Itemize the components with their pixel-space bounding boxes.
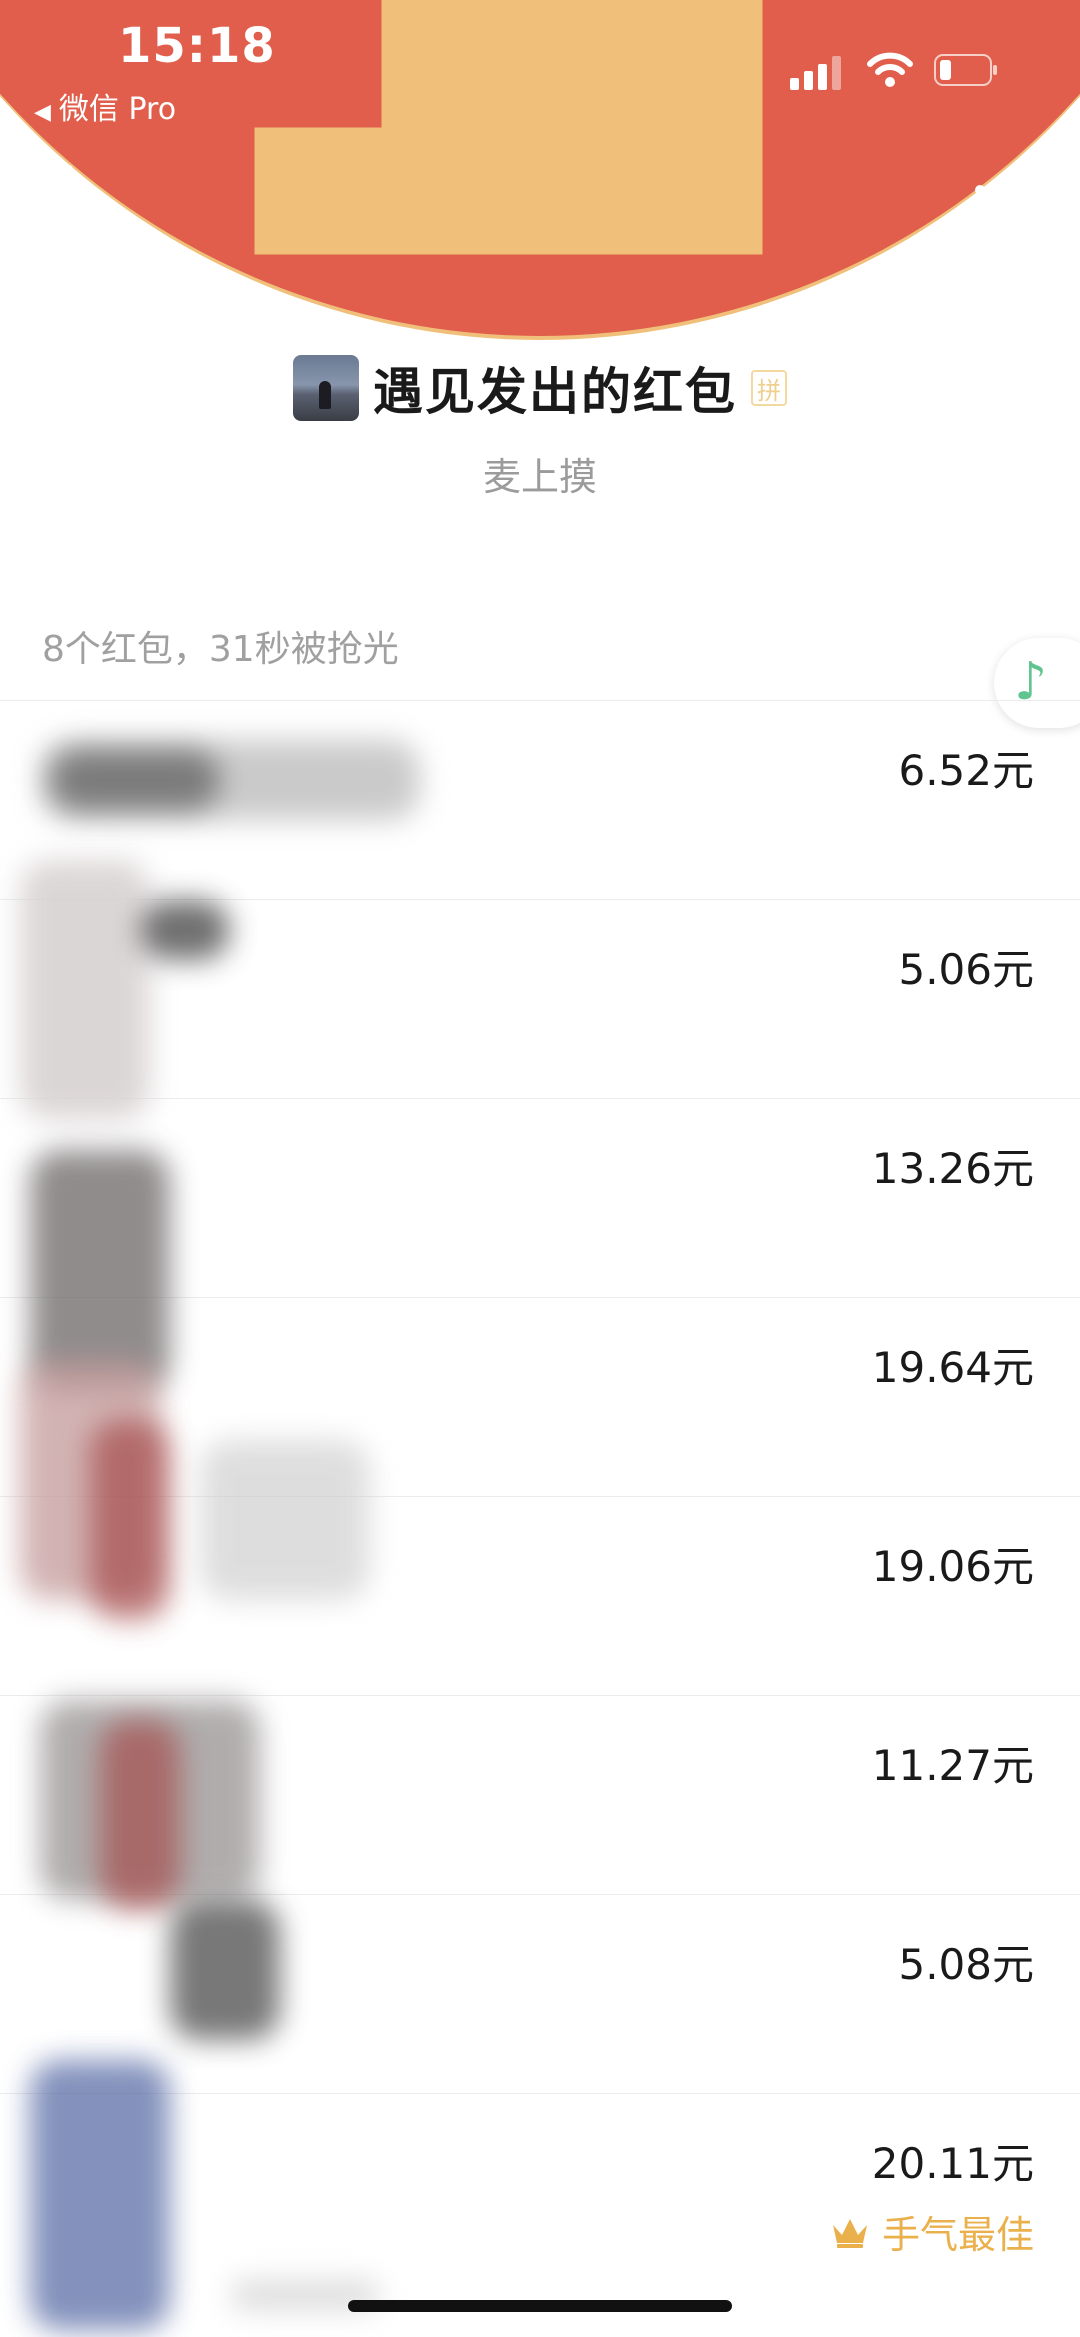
best-luck-label: 手气最佳 (881, 2213, 1034, 2257)
packet-title: 遇见发出的红包 (373, 363, 737, 421)
wifi-icon (867, 52, 913, 87)
back-to-app-link[interactable]: ◀ 微信 Pro (34, 84, 176, 128)
battery-icon (934, 54, 997, 86)
back-triangle-icon: ◀ (34, 100, 51, 125)
crown-icon (832, 2218, 867, 2248)
received-amount: 20.11元 (871, 2139, 1034, 2188)
cellular-signal-icon (790, 56, 841, 90)
packet-summary: 8个红包，31秒被抢光 (42, 629, 399, 670)
list-item[interactable]: 5.08元 (0, 1894, 1080, 2093)
best-luck-badge: 手气最佳 (830, 2204, 1034, 2259)
received-amount: 19.64元 (871, 1343, 1034, 1392)
received-amount: 13.26元 (871, 1144, 1034, 1193)
back-app-label: 微信 Pro (58, 92, 177, 127)
sender-title-row: 遇见发出的红包 拼 (0, 352, 1080, 424)
sender-avatar[interactable] (293, 355, 359, 421)
home-indicator[interactable] (348, 2300, 732, 2312)
pin-badge: 拼 (751, 370, 787, 406)
received-amount: 11.27元 (871, 1741, 1034, 1790)
red-packet-detail-page: 15:18 ◀ 微信 Pro 遇见发出的红包 拼 麦上摸 8个红包，31秒被抢光… (0, 0, 1080, 2337)
back-arrow-icon[interactable] (40, 160, 80, 220)
packet-greeting: 麦上摸 (482, 455, 597, 499)
received-amount: 5.08元 (898, 1940, 1034, 1989)
received-amount: 5.06元 (898, 945, 1034, 994)
status-time: 15:18 (118, 18, 276, 74)
received-amount: 6.52元 (898, 746, 1034, 795)
status-bar: 15:18 ◀ 微信 Pro (0, 0, 1080, 150)
received-amount: 19.06元 (871, 1542, 1034, 1591)
more-options-icon[interactable] (972, 170, 1032, 210)
